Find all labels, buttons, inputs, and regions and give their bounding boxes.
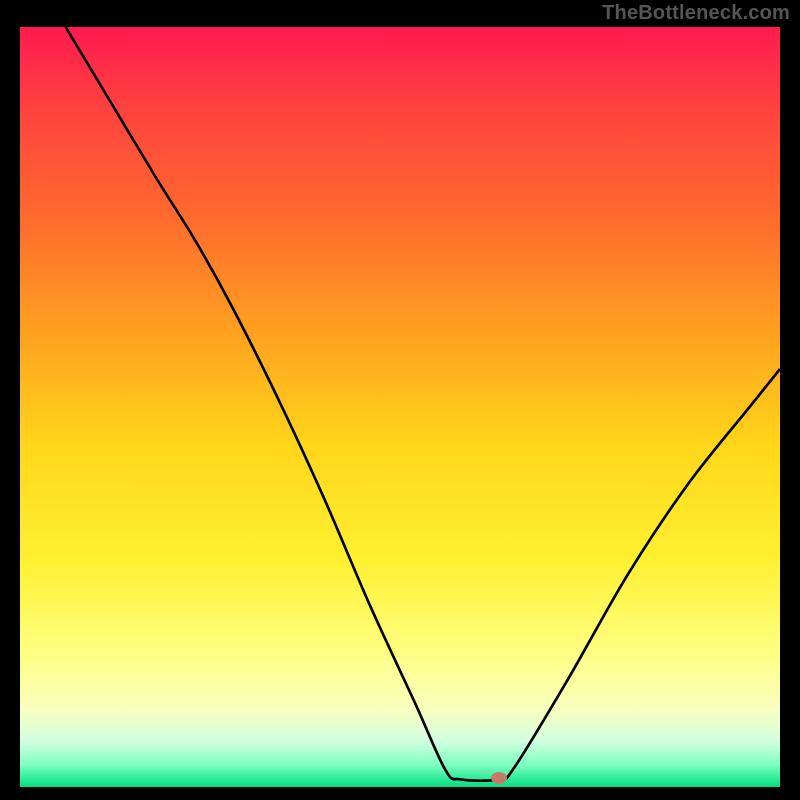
plot-area [20,27,780,787]
chart-frame: TheBottleneck.com [0,0,800,800]
curve-svg [20,27,780,787]
optimal-point-marker [491,772,507,784]
bottleneck-curve [66,27,780,781]
attribution-watermark: TheBottleneck.com [602,2,790,25]
